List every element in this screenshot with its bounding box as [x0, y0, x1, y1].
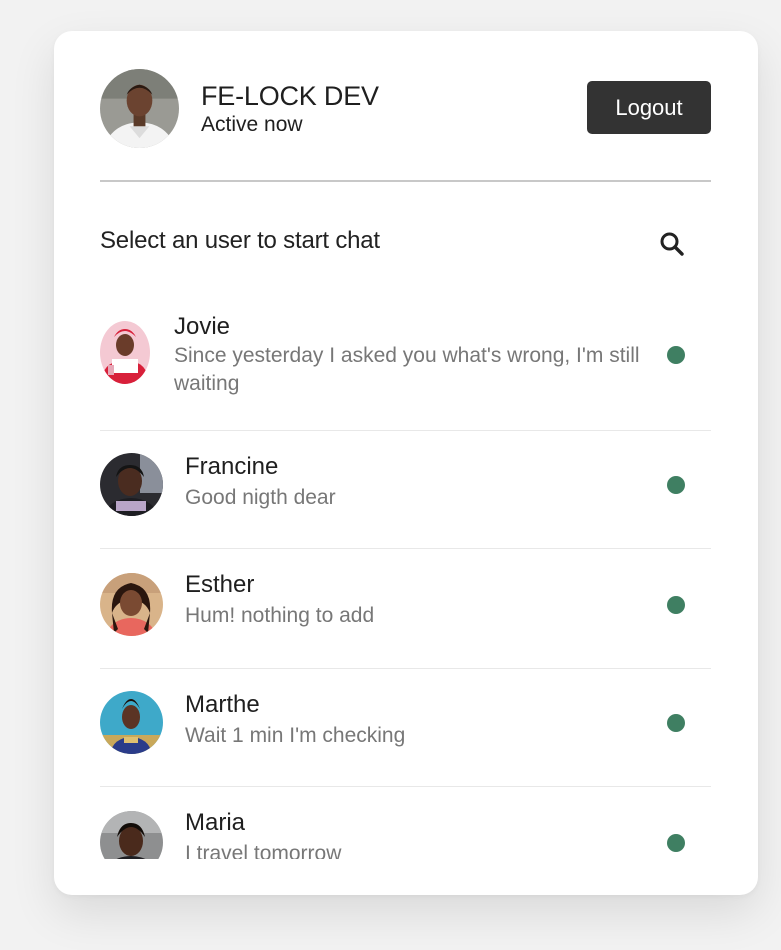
user-name: Jovie — [174, 313, 231, 340]
user-item-esther[interactable]: Esther Hum! nothing to add — [100, 549, 711, 669]
profile-status: Active now — [201, 113, 303, 136]
header-divider — [100, 180, 711, 182]
online-status-dot — [667, 476, 685, 494]
user-avatar — [100, 691, 163, 754]
avatar-icon — [100, 811, 163, 859]
logout-button[interactable]: Logout — [587, 81, 711, 134]
chat-users-panel: FE-LOCK DEV Active now Logout Select an … — [54, 31, 758, 895]
avatar-icon — [100, 321, 150, 384]
user-last-message: I travel tomorrow — [185, 842, 342, 859]
user-avatar — [100, 321, 150, 384]
avatar-icon — [100, 69, 179, 148]
user-avatar — [100, 811, 163, 859]
search-icon[interactable] — [657, 229, 687, 259]
online-status-dot — [667, 596, 685, 614]
search-bar: Select an user to start chat — [100, 227, 711, 261]
profile-avatar — [100, 69, 179, 148]
user-avatar — [100, 453, 163, 516]
user-name: Francine — [185, 453, 279, 480]
user-item-maria[interactable]: Maria I travel tomorrow — [100, 787, 711, 859]
search-label: Select an user to start chat — [100, 227, 380, 254]
user-item-jovie[interactable]: Jovie Since yesterday I asked you what's… — [100, 293, 711, 431]
user-last-message: Good nigth dear — [185, 486, 336, 509]
user-last-message: Wait 1 min I'm checking — [185, 724, 406, 747]
user-item-marthe[interactable]: Marthe Wait 1 min I'm checking — [100, 669, 711, 787]
user-name: Marthe — [185, 691, 260, 718]
user-last-message: Since yesterday I asked you what's wrong… — [174, 344, 640, 395]
avatar-icon — [100, 453, 163, 516]
profile-name: FE-LOCK DEV — [201, 81, 379, 111]
user-avatar — [100, 573, 163, 636]
user-name: Maria — [185, 809, 246, 836]
online-status-dot — [667, 346, 685, 364]
user-name: Esther — [185, 571, 255, 598]
online-status-dot — [667, 834, 685, 852]
avatar-icon — [100, 691, 163, 754]
user-item-francine[interactable]: Francine Good nigth dear — [100, 431, 711, 549]
avatar-icon — [100, 573, 163, 636]
profile-header: FE-LOCK DEV Active now Logout — [100, 69, 711, 149]
online-status-dot — [667, 714, 685, 732]
users-list: Jovie Since yesterday I asked you what's… — [100, 293, 711, 859]
user-last-message: Hum! nothing to add — [185, 604, 375, 627]
